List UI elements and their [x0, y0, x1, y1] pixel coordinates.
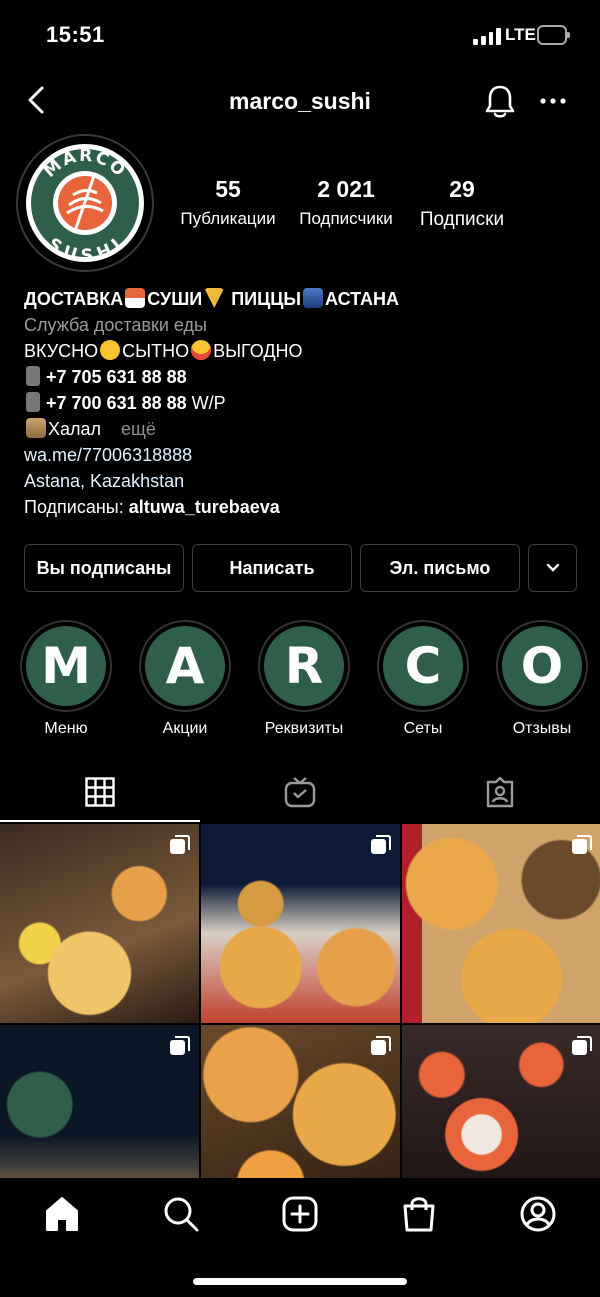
highlight-reviews[interactable]: O Отзывы: [496, 620, 588, 738]
multiple-photos-icon: [371, 835, 391, 854]
following-button[interactable]: Вы подписаны: [24, 544, 184, 592]
stat-posts[interactable]: 55 Публикации: [178, 176, 278, 229]
phone-emoji-icon: [26, 392, 40, 412]
post-tile[interactable]: [0, 824, 199, 1023]
network-label: LTE: [505, 25, 536, 44]
bio-profitable-text: ВЫГОДНО: [213, 341, 303, 361]
new-post-icon[interactable]: [280, 1194, 320, 1234]
suggested-dropdown-button[interactable]: [528, 544, 577, 592]
pizza-emoji-icon: [204, 288, 225, 308]
multiple-photos-icon: [170, 835, 190, 854]
tab-tagged[interactable]: [400, 762, 600, 822]
stat-following[interactable]: 29 Подписки: [412, 176, 512, 231]
igtv-icon: [284, 777, 316, 808]
bio-halal-text: Халал: [48, 419, 102, 439]
message-button[interactable]: Написать: [192, 544, 352, 592]
multiple-photos-icon: [572, 835, 592, 854]
profile-header: marco_sushi: [0, 72, 600, 132]
city-emoji-icon: [303, 288, 324, 308]
marco-sushi-logo: MARCO SUSHI: [26, 144, 144, 263]
stat-followers-label: Подписчики: [299, 209, 393, 228]
phone-2-suffix: W/P: [186, 393, 226, 413]
home-indicator: [193, 1278, 407, 1285]
highlight-details-label: Реквизиты: [264, 720, 344, 737]
bio-slogan-line: ВКУСНО СЫТНО ВЫГОДНО: [24, 338, 584, 364]
bio-more-link[interactable]: ещё: [121, 419, 156, 439]
battery-icon: [537, 25, 570, 45]
highlight-promos-cover: A: [145, 626, 225, 706]
highlight-reviews-cover: O: [502, 626, 582, 706]
followed-by-label: Подписаны:: [24, 497, 129, 517]
mosque-emoji-icon: [26, 418, 46, 438]
chevron-down-icon: [546, 563, 559, 572]
tab-igtv[interactable]: [200, 762, 400, 822]
phone-2-text: +7 700 631 88 88: [46, 393, 187, 413]
status-time: 15:51: [46, 22, 105, 47]
profile-bio: ДОСТАВКА СУШИ ПИЦЦЫ АСТАНА Служба доставки…: [24, 286, 584, 520]
highlight-details[interactable]: R Реквизиты: [258, 620, 350, 738]
highlight-menu-cover: M: [26, 626, 106, 706]
bio-filling-text: СЫТНО: [122, 341, 190, 361]
bell-icon[interactable]: [482, 82, 518, 120]
highlight-menu[interactable]: M Меню: [20, 620, 112, 738]
bio-sushi-text: СУШИ: [147, 289, 203, 309]
profile-avatar[interactable]: MARCO SUSHI: [16, 134, 154, 272]
stat-followers-value: 2 021: [317, 176, 375, 202]
tab-posts[interactable]: [0, 762, 200, 822]
shop-icon[interactable]: [399, 1194, 439, 1234]
stat-following-label: Подписки: [419, 209, 505, 230]
tagged-icon: [486, 776, 514, 808]
multiple-photos-icon: [572, 1036, 592, 1055]
stat-posts-value: 55: [215, 176, 241, 202]
bio-phone-2[interactable]: +7 700 631 88 88 W/P: [24, 390, 584, 416]
more-options-icon[interactable]: [538, 86, 568, 116]
email-button[interactable]: Эл. письмо: [360, 544, 520, 592]
highlight-menu-label: Меню: [44, 720, 88, 737]
stat-following-value: 29: [449, 176, 475, 202]
multiple-photos-icon: [170, 1036, 190, 1055]
bio-pizza-text: ПИЦЦЫ: [226, 289, 302, 309]
home-icon[interactable]: [42, 1194, 82, 1234]
profile-tabs: [0, 762, 600, 822]
profile-icon[interactable]: [518, 1194, 558, 1234]
profile-actions: Вы подписаны Написать Эл. письмо: [24, 544, 577, 592]
bio-tasty-text: ВКУСНО: [24, 341, 99, 361]
stat-posts-label: Публикации: [180, 209, 276, 228]
phone-emoji-icon: [26, 366, 40, 386]
highlight-reviews-label: Отзывы: [512, 720, 572, 737]
signal-icon: [473, 27, 501, 45]
post-tile[interactable]: [402, 824, 600, 1023]
highlight-sets[interactable]: C Сеты: [377, 620, 469, 738]
highlight-promos[interactable]: A Акции: [139, 620, 231, 738]
sushi-emoji-icon: [125, 288, 146, 308]
post-tile[interactable]: [0, 1025, 199, 1178]
bio-followed-by[interactable]: Подписаны: altuwa_turebaeva: [24, 494, 584, 520]
posts-grid: [0, 824, 600, 1178]
post-tile[interactable]: [201, 1025, 400, 1178]
bio-location[interactable]: Astana, Kazakhstan: [24, 468, 584, 494]
highlight-sets-cover: C: [383, 626, 463, 706]
bio-category: Служба доставки еды: [24, 315, 207, 335]
highlight-promos-label: Акции: [162, 720, 208, 737]
followed-by-user: altuwa_turebaeva: [128, 497, 280, 517]
stat-followers[interactable]: 2 021 Подписчики: [294, 176, 398, 229]
status-bar: 15:51 LTE: [0, 0, 600, 72]
phone-1-text: +7 705 631 88 88: [46, 367, 187, 387]
post-tile[interactable]: [402, 1025, 600, 1178]
bio-website-link[interactable]: wa.me/77006318888: [24, 442, 584, 468]
bio-halal-line: Халал ещё: [24, 416, 584, 442]
post-tile[interactable]: [201, 824, 400, 1023]
bio-delivery-text: ДОСТАВКА: [24, 289, 124, 309]
grid-icon: [85, 777, 115, 807]
search-icon[interactable]: [161, 1194, 201, 1234]
heart-eyes-emoji-icon: [191, 340, 212, 360]
highlight-details-cover: R: [264, 626, 344, 706]
bio-phone-1[interactable]: +7 705 631 88 88: [24, 364, 584, 390]
bio-astana-text: АСТАНА: [325, 289, 399, 309]
highlight-sets-label: Сеты: [403, 720, 443, 737]
bio-title-line: ДОСТАВКА СУШИ ПИЦЦЫ АСТАНА: [24, 286, 584, 312]
multiple-photos-icon: [371, 1036, 391, 1055]
yum-emoji-icon: [100, 340, 121, 360]
